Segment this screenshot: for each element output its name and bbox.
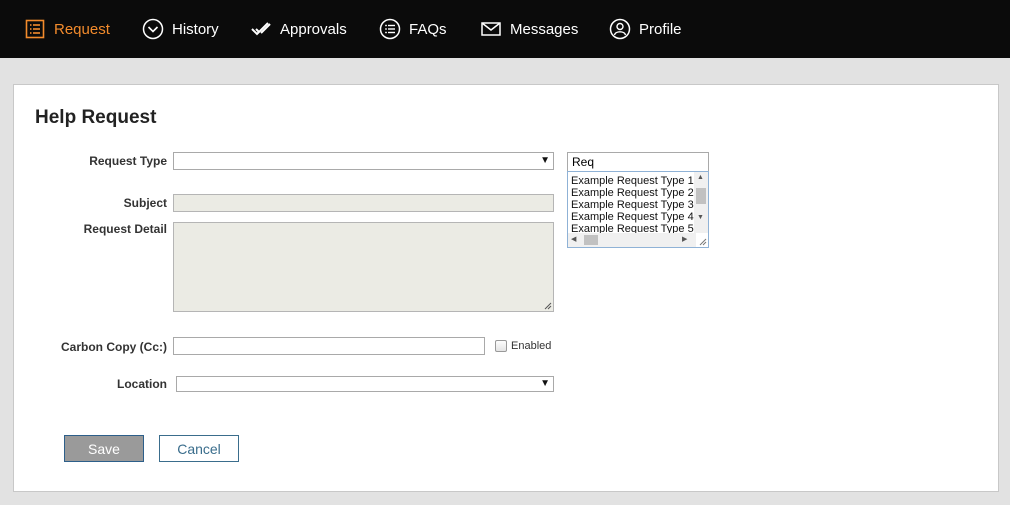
resize-grip-icon[interactable] (699, 238, 707, 246)
resize-grip-icon[interactable] (544, 302, 552, 310)
horizontal-scroll-thumb[interactable] (584, 235, 598, 245)
save-button[interactable]: Save (64, 435, 144, 462)
nav-label-faqs: FAQs (409, 20, 447, 38)
nav-label-profile: Profile (639, 20, 682, 38)
list-item[interactable]: Example Request Type 2 (571, 187, 694, 199)
location-label: Location (117, 377, 167, 391)
list-item[interactable]: Example Request Type 1 (571, 175, 694, 187)
nav-item-messages[interactable]: Messages (480, 0, 578, 58)
nav-item-history[interactable]: History (142, 0, 219, 58)
request-detail-label: Request Detail (83, 222, 167, 236)
request-type-search-input[interactable] (567, 152, 709, 172)
list-item[interactable]: Example Request Type 4 (571, 211, 694, 223)
vertical-scroll-thumb[interactable] (696, 188, 706, 204)
page-title: Help Request (35, 107, 157, 128)
dropdown-arrow-icon: ▼ (540, 155, 550, 166)
enabled-label: Enabled (511, 340, 552, 352)
subject-label: Subject (123, 196, 167, 210)
nav-item-faqs[interactable]: FAQs (379, 0, 447, 58)
top-nav-bar: Request History Approvals FAQs Messages … (0, 0, 1010, 58)
request-type-listbox[interactable]: Example Request Type 1 Example Request T… (567, 171, 709, 248)
horizontal-scrollbar[interactable]: ◀ ▶ (568, 233, 696, 247)
request-type-select[interactable]: ▼ (173, 152, 554, 170)
chevron-circle-icon (142, 18, 164, 40)
nav-item-request[interactable]: Request (24, 0, 110, 58)
nav-label-messages: Messages (510, 20, 579, 38)
scroll-down-icon[interactable]: ▼ (697, 214, 704, 222)
request-detail-textarea (173, 222, 554, 312)
nav-label-approvals: Approvals (280, 20, 347, 38)
location-select[interactable]: ▼ (176, 376, 554, 392)
nav-item-approvals[interactable]: Approvals (250, 0, 347, 58)
request-type-label: Request Type (89, 154, 167, 168)
scroll-left-icon[interactable]: ◀ (571, 236, 576, 244)
double-check-icon (250, 18, 272, 40)
request-type-value (174, 155, 178, 169)
list-item[interactable]: Example Request Type 3 (571, 199, 694, 211)
help-request-panel: Help Request Request Type ▼ Example Requ… (13, 84, 999, 492)
user-circle-icon (609, 18, 631, 40)
nav-label-request: Request (54, 20, 110, 38)
list-icon (24, 18, 46, 40)
scroll-right-icon[interactable]: ▶ (682, 236, 687, 244)
subject-field (173, 194, 554, 212)
list-circle-icon (379, 18, 401, 40)
dropdown-arrow-icon: ▼ (540, 378, 550, 389)
envelope-icon (480, 18, 502, 40)
nav-label-history: History (172, 20, 219, 38)
cancel-button[interactable]: Cancel (159, 435, 239, 462)
cc-input[interactable] (173, 337, 485, 355)
nav-item-profile[interactable]: Profile (609, 0, 682, 58)
location-value (177, 379, 181, 393)
vertical-scrollbar[interactable]: ▲ ▼ (694, 172, 708, 233)
cc-label: Carbon Copy (Cc:) (61, 340, 167, 354)
enabled-checkbox[interactable] (495, 340, 507, 352)
scroll-up-icon[interactable]: ▲ (697, 174, 704, 182)
